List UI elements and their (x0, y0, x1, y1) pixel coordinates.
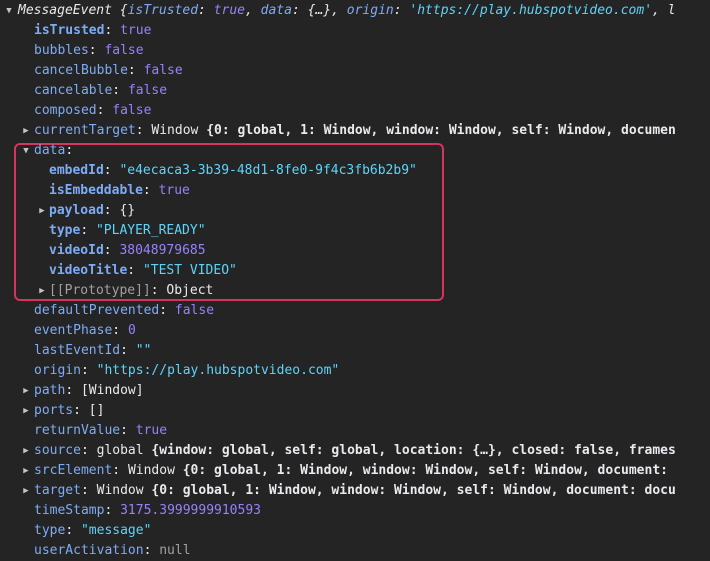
triangle-right-icon[interactable]: ▶ (20, 381, 32, 401)
triangle-right-icon[interactable]: ▶ (20, 401, 32, 421)
prop-row-isTrusted[interactable]: isTrusted: true (0, 21, 710, 41)
prop-row-type[interactable]: type: "PLAYER_READY" (0, 221, 710, 241)
prop-row-defaultPrevented[interactable]: defaultPrevented: false (0, 301, 710, 321)
prop-row-cancelBubble[interactable]: cancelBubble: false (0, 61, 710, 81)
prop-row-origin[interactable]: origin: "https://play.hubspotvideo.com" (0, 361, 710, 381)
prop-row-returnValue[interactable]: returnValue: true (0, 421, 710, 441)
class-name: MessageEvent (18, 3, 112, 18)
prop-row-videoTitle[interactable]: videoTitle: "TEST VIDEO" (0, 261, 710, 281)
prop-row-timeStamp[interactable]: timeStamp: 3175.3999999910593 (0, 501, 710, 521)
prop-row-payload[interactable]: ▶ payload: {} (0, 201, 710, 221)
prop-row-composed[interactable]: composed: false (0, 101, 710, 121)
prop-row-path[interactable]: ▶ path: [Window] (0, 381, 710, 401)
prop-row-data[interactable]: ▼ data: (0, 141, 710, 161)
triangle-right-icon[interactable]: ▶ (36, 201, 48, 221)
prop-row-cancelable[interactable]: cancelable: false (0, 81, 710, 101)
triangle-right-icon[interactable]: ▶ (20, 481, 32, 501)
prop-row-target[interactable]: ▶ target: Window {0: global, 1: Window, … (0, 481, 710, 501)
triangle-down-icon[interactable]: ▼ (20, 141, 32, 161)
prop-row-userActivation[interactable]: userActivation: null (0, 541, 710, 561)
prop-row-prototype[interactable]: ▶ [[Prototype]]: Object (0, 281, 710, 301)
triangle-right-icon[interactable]: ▶ (20, 441, 32, 461)
prop-row-source[interactable]: ▶ source: global {window: global, self: … (0, 441, 710, 461)
prop-row-eventType[interactable]: type: "message" (0, 521, 710, 541)
prop-row-ports[interactable]: ▶ ports: [] (0, 401, 710, 421)
prop-row-currentTarget[interactable]: ▶ currentTarget: Window {0: global, 1: W… (0, 121, 710, 141)
prop-row-videoId[interactable]: videoId: 38048979685 (0, 241, 710, 261)
event-header[interactable]: ▼ MessageEvent {isTrusted: true, data: {… (0, 1, 710, 21)
prop-row-srcElement[interactable]: ▶ srcElement: Window {0: global, 1: Wind… (0, 461, 710, 481)
prop-row-eventPhase[interactable]: eventPhase: 0 (0, 321, 710, 341)
triangle-right-icon[interactable]: ▶ (20, 461, 32, 481)
devtools-console: ▼ MessageEvent {isTrusted: true, data: {… (0, 0, 710, 560)
prop-row-isEmbeddable[interactable]: isEmbeddable: true (0, 181, 710, 201)
triangle-down-icon[interactable]: ▼ (3, 1, 15, 21)
prop-row-lastEventId[interactable]: lastEventId: "" (0, 341, 710, 361)
prop-row-bubbles[interactable]: bubbles: false (0, 41, 710, 61)
triangle-right-icon[interactable]: ▶ (36, 281, 48, 301)
triangle-right-icon[interactable]: ▶ (20, 121, 32, 141)
prop-row-embedId[interactable]: embedId: "e4ecaca3-3b39-48d1-8fe0-9f4c3f… (0, 161, 710, 181)
